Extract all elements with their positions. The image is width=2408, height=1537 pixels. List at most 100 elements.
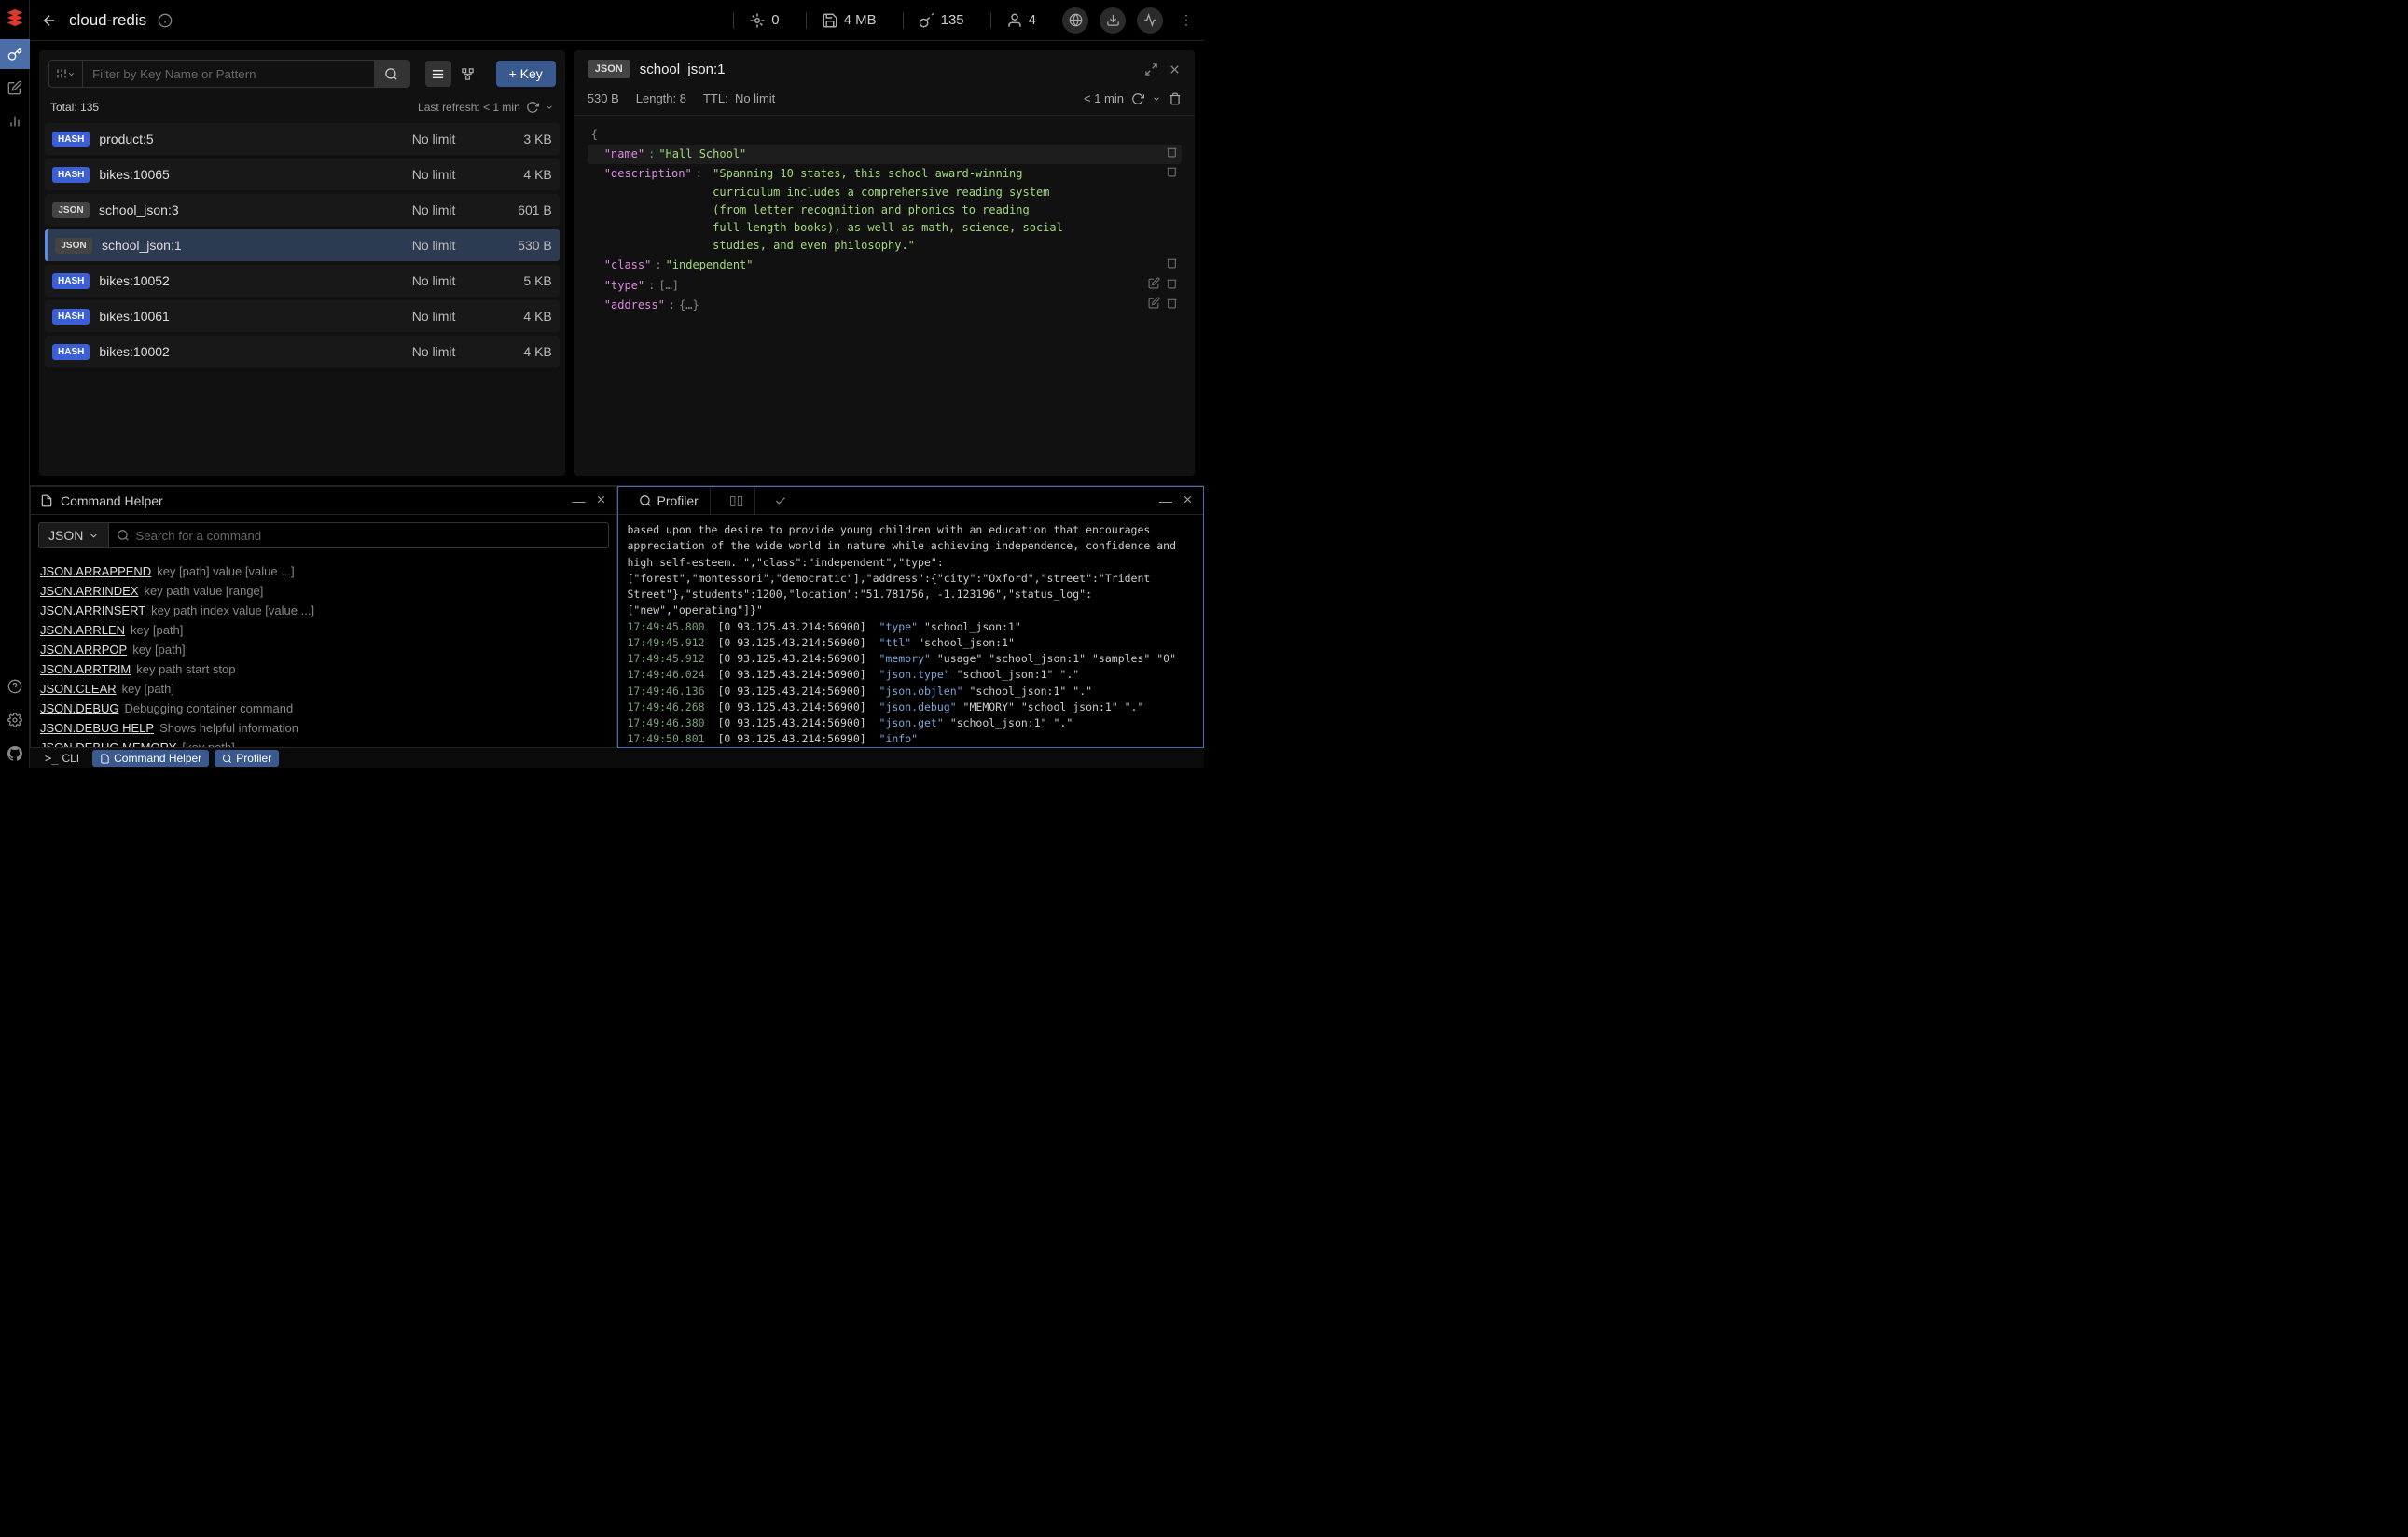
trash-icon[interactable] [1166, 297, 1178, 309]
key-name: product:5 [99, 132, 402, 146]
key-name: bikes:10065 [99, 167, 402, 182]
key-type-badge: JSON [52, 202, 90, 218]
key-ttl: No limit [412, 167, 496, 182]
key-row[interactable]: HASH bikes:10065 No limit 4 KB [45, 159, 560, 190]
tree-view-icon[interactable] [455, 61, 481, 87]
key-name: bikes:10061 [99, 309, 402, 324]
profiler-icon [639, 494, 652, 507]
profiler-title: Profiler [657, 493, 699, 508]
key-ttl: No limit [412, 202, 496, 217]
key-type-badge: HASH [52, 167, 90, 183]
back-button[interactable] [41, 12, 58, 29]
metric-memory: 4 MB [806, 12, 892, 29]
sidebar-analytics-icon[interactable] [0, 106, 30, 136]
redis-logo [5, 7, 25, 28]
trash-icon[interactable] [1166, 256, 1178, 269]
detail-length: Length: 8 [636, 91, 686, 105]
close-icon[interactable] [1182, 493, 1194, 508]
clear-icon[interactable] [774, 494, 787, 507]
close-detail-icon[interactable] [1168, 62, 1182, 76]
chevron-down-icon[interactable] [1152, 94, 1161, 104]
command-item[interactable]: JSON.ARRINSERTkey path index value [valu… [40, 601, 607, 620]
key-type-badge: HASH [52, 309, 90, 325]
json-field-address[interactable]: "address": {…} [588, 296, 1182, 315]
edit-icon[interactable] [1148, 297, 1160, 309]
status-helper-tab[interactable]: Command Helper [92, 750, 209, 767]
minimize-icon[interactable]: — [573, 493, 586, 508]
sidebar-help-icon[interactable] [0, 672, 30, 701]
more-icon[interactable]: ⋮ [1180, 12, 1193, 28]
json-field-class[interactable]: "class": "independent" [588, 256, 1182, 275]
command-item[interactable]: JSON.DEBUG HELPShows helpful information [40, 718, 607, 738]
topbar-download-icon[interactable] [1100, 7, 1126, 34]
info-icon[interactable] [158, 13, 173, 28]
fullscreen-icon[interactable] [1144, 62, 1158, 76]
command-item[interactable]: JSON.DEBUG MEMORY[key path] [40, 738, 607, 747]
metric-throughput: 0 [733, 12, 794, 29]
command-list: JSON.ARRAPPENDkey [path] value [value ..… [31, 556, 616, 747]
topbar-globe-icon[interactable] [1062, 7, 1088, 34]
profiler-panel: Profiler ▯▯ — based upon the desir [617, 486, 1205, 748]
detail-size: 530 B [588, 91, 619, 105]
command-search-input[interactable] [135, 529, 600, 543]
sidebar-github-icon[interactable] [0, 739, 30, 768]
key-row[interactable]: JSON school_json:3 No limit 601 B [45, 194, 560, 226]
status-profiler-tab[interactable]: Profiler [215, 750, 279, 767]
sidebar-settings-icon[interactable] [0, 705, 30, 735]
minimize-icon[interactable]: — [1159, 493, 1172, 508]
json-field-type[interactable]: "type": […] [588, 276, 1182, 296]
topbar-chart-icon[interactable] [1137, 7, 1163, 34]
trash-icon[interactable] [1166, 165, 1178, 177]
command-item[interactable]: JSON.ARRINDEXkey path value [range] [40, 581, 607, 601]
command-item[interactable]: JSON.ARRTRIMkey path start stop [40, 659, 607, 679]
command-item[interactable]: JSON.DEBUGDebugging container command [40, 699, 607, 718]
key-size: 4 KB [505, 167, 552, 182]
key-ttl: No limit [412, 238, 496, 253]
command-item[interactable]: JSON.ARRLENkey [path] [40, 620, 607, 640]
key-row[interactable]: HASH bikes:10002 No limit 4 KB [45, 336, 560, 367]
list-view-icon[interactable] [425, 61, 451, 87]
key-size: 4 KB [505, 309, 552, 324]
trash-icon[interactable] [1166, 277, 1178, 289]
search-button[interactable] [374, 61, 409, 87]
key-ttl: No limit [412, 132, 496, 146]
key-row[interactable]: JSON school_json:1 No limit 530 B [45, 229, 560, 261]
pause-icon[interactable]: ▯▯ [729, 492, 743, 508]
add-key-button[interactable]: + Key [496, 61, 556, 87]
json-viewer: { "name": "Hall School" "description": "… [574, 116, 1195, 476]
detail-refresh-icon[interactable] [1131, 92, 1144, 105]
json-field-name[interactable]: "name": "Hall School" [588, 145, 1182, 164]
trash-icon[interactable] [1166, 145, 1178, 158]
sidebar-workbench-icon[interactable] [0, 73, 30, 103]
key-type-badge: HASH [52, 344, 90, 360]
key-row[interactable]: HASH bikes:10061 No limit 4 KB [45, 300, 560, 332]
key-size: 530 B [505, 238, 552, 253]
command-type-dropdown[interactable]: JSON [38, 522, 109, 548]
key-detail: JSON school_json:1 530 B Length: 8 TTL: … [574, 50, 1195, 476]
close-icon[interactable] [595, 493, 607, 508]
filter-input[interactable] [83, 61, 374, 87]
json-field-description[interactable]: "description": "Spanning 10 states, this… [588, 164, 1182, 256]
status-cli-tab[interactable]: >_ CLI [37, 750, 87, 767]
key-size: 3 KB [505, 132, 552, 146]
refresh-control[interactable]: Last refresh: < 1 min [418, 101, 554, 114]
delete-key-icon[interactable] [1169, 92, 1182, 105]
key-row[interactable]: HASH product:5 No limit 3 KB [45, 123, 560, 155]
db-title: cloud-redis [69, 11, 146, 30]
document-icon [40, 494, 53, 507]
edit-icon[interactable] [1148, 277, 1160, 289]
total-count: Total: 135 [50, 101, 99, 114]
command-item[interactable]: JSON.ARRPOPkey [path] [40, 640, 607, 659]
profiler-output: based upon the desire to provide young c… [618, 515, 1204, 747]
command-item[interactable]: JSON.CLEARkey [path] [40, 679, 607, 699]
key-row[interactable]: HASH bikes:10052 No limit 5 KB [45, 265, 560, 297]
key-name: bikes:10002 [99, 344, 402, 359]
key-size: 5 KB [505, 273, 552, 288]
key-ttl: No limit [412, 273, 496, 288]
sidebar-browser-icon[interactable] [0, 39, 30, 69]
command-item[interactable]: JSON.ARRAPPENDkey [path] value [value ..… [40, 561, 607, 581]
metric-keys: 135 [903, 12, 979, 29]
key-ttl: No limit [412, 309, 496, 324]
command-helper-panel: Command Helper — JSON JSON.ARRA [30, 486, 617, 748]
filter-type-dropdown[interactable] [49, 61, 83, 87]
